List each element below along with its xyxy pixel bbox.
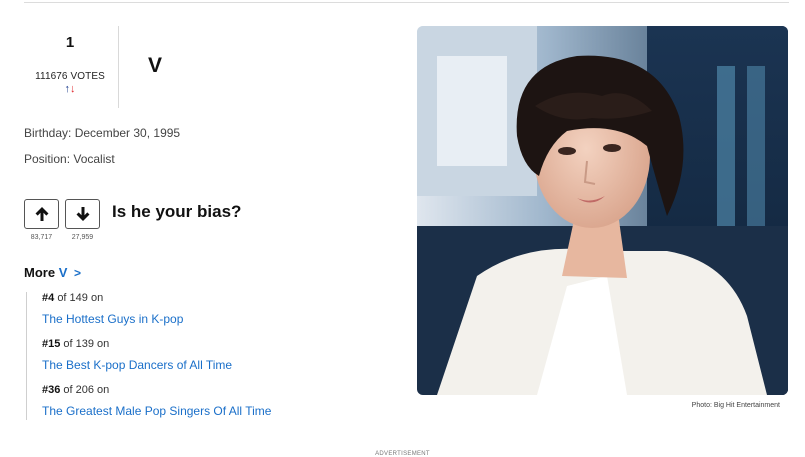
- rank-number: 1: [65, 34, 75, 51]
- trend-down-icon: ↓: [70, 83, 76, 95]
- rank-block: 1 111676 VOTES ↑↓: [24, 26, 119, 108]
- list-link[interactable]: The Hottest Guys in K-pop: [42, 312, 183, 326]
- bias-question: Is he your bias?: [112, 202, 242, 221]
- photo-credit: Photo: Big Hit Entertainment: [691, 402, 780, 409]
- position-text: Position: Vocalist: [24, 152, 115, 166]
- more-name: V: [58, 265, 68, 280]
- advertisement-label: ADVERTISEMENT: [375, 451, 430, 457]
- arrow-up-icon: [35, 207, 48, 221]
- vote-trend: ↑↓: [24, 83, 116, 95]
- list-rank-of: of 206 on: [63, 384, 110, 396]
- list-item-rank: #15 of 139 on: [42, 338, 109, 350]
- birthday-text: Birthday: December 30, 1995: [24, 126, 181, 140]
- person-photo: [417, 26, 788, 395]
- list-divider: [26, 292, 27, 420]
- portrait-image: [417, 26, 788, 395]
- more-prefix: More: [24, 265, 56, 280]
- arrow-down-icon: [76, 207, 89, 221]
- list-rank-of: of 149 on: [57, 292, 104, 304]
- list-item-rank: #36 of 206 on: [42, 384, 109, 396]
- upvote-button[interactable]: [24, 199, 59, 229]
- list-rank-number: #4: [42, 292, 55, 304]
- chevron-right-icon: >: [73, 266, 81, 280]
- list-rank-number: #15: [42, 338, 61, 350]
- downvote-button[interactable]: [65, 199, 100, 229]
- person-name: V: [148, 54, 163, 77]
- list-link[interactable]: The Best K-pop Dancers of All Time: [42, 358, 232, 372]
- more-heading[interactable]: More V >: [24, 265, 81, 280]
- list-item-rank: #4 of 149 on: [42, 292, 103, 304]
- list-rank-of: of 139 on: [63, 338, 110, 350]
- top-divider: [24, 2, 789, 3]
- list-rank-number: #36: [42, 384, 61, 396]
- total-votes: 111676 VOTES: [35, 71, 105, 82]
- list-link[interactable]: The Greatest Male Pop Singers Of All Tim…: [42, 404, 271, 418]
- downvote-count: 27,959: [71, 234, 94, 241]
- upvote-count: 83,717: [30, 234, 53, 241]
